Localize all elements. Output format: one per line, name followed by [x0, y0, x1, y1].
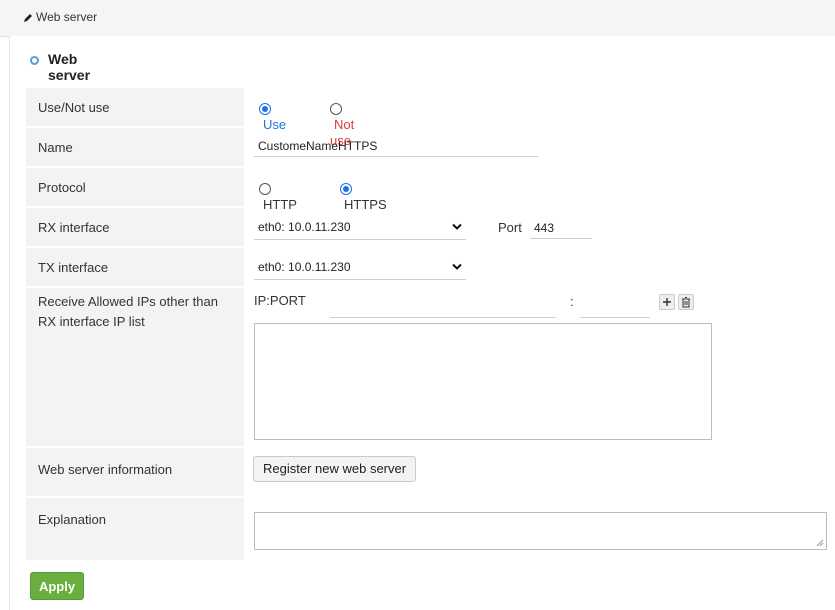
tx-interface-select[interactable]: eth0: 10.0.11.230 — [254, 254, 466, 280]
pencil-icon — [24, 14, 32, 22]
trash-icon — [682, 297, 690, 308]
page-title: Web server — [36, 10, 98, 24]
row-protocol: Protocol HTTP HTTPS — [26, 168, 835, 212]
chevron-down-icon — [452, 263, 462, 270]
apply-button[interactable]: Apply — [30, 572, 84, 600]
radio-not-use-indicator[interactable] — [330, 102, 342, 115]
tx-interface-value: eth0: 10.0.11.230 — [258, 260, 351, 274]
row-tx-interface: TX interface eth0: 10.0.11.230 — [26, 248, 835, 286]
register-web-server-button[interactable]: Register new web server — [253, 456, 417, 482]
rx-interface-select[interactable]: eth0: 10.0.11.230 — [254, 214, 466, 240]
row-explanation: Explanation — [26, 498, 835, 560]
explanation-textarea[interactable] — [254, 512, 827, 550]
ip-input[interactable] — [330, 296, 556, 318]
ip-port-separator: : — [570, 294, 574, 309]
radio-use-indicator[interactable] — [259, 102, 271, 115]
circle-bullet-icon — [30, 56, 39, 65]
chevron-down-icon — [452, 223, 462, 230]
name-label: Name — [26, 128, 244, 166]
page-header: Web server — [0, 0, 835, 37]
web-server-info-label: Web server information — [26, 448, 244, 496]
explanation-label: Explanation — [26, 498, 244, 560]
plus-icon — [663, 298, 671, 306]
radio-https-indicator[interactable] — [340, 182, 352, 195]
use-label: Use/Not use — [26, 88, 244, 126]
add-button[interactable] — [659, 294, 675, 310]
port-input[interactable] — [530, 217, 592, 239]
port-entry-input[interactable] — [580, 296, 650, 318]
rx-interface-label: RX interface — [26, 208, 244, 246]
resize-handle-icon[interactable] — [816, 539, 824, 547]
name-input[interactable] — [254, 135, 538, 157]
port-label: Port — [498, 220, 522, 235]
allowed-ips-list[interactable] — [254, 323, 712, 440]
allowed-ips-label: Receive Allowed IPs other than RX interf… — [26, 288, 244, 446]
row-use: Use/Not use Use Not use — [26, 88, 835, 148]
rx-interface-value: eth0: 10.0.11.230 — [258, 220, 351, 234]
row-web-server-info: Web server information Register new web … — [26, 448, 835, 496]
row-name: Name — [26, 128, 835, 166]
protocol-label: Protocol — [26, 168, 244, 206]
section-title: Web server — [48, 51, 91, 83]
row-allowed-ips: Receive Allowed IPs other than RX interf… — [26, 288, 835, 446]
delete-button[interactable] — [678, 294, 694, 310]
row-rx-interface: RX interface eth0: 10.0.11.230 Port — [26, 208, 835, 246]
radio-http-indicator[interactable] — [259, 182, 271, 195]
web-server-panel: Web server Use/Not use Use Not use Name … — [9, 36, 835, 610]
ip-port-label: IP:PORT — [254, 293, 306, 308]
tx-interface-label: TX interface — [26, 248, 244, 286]
